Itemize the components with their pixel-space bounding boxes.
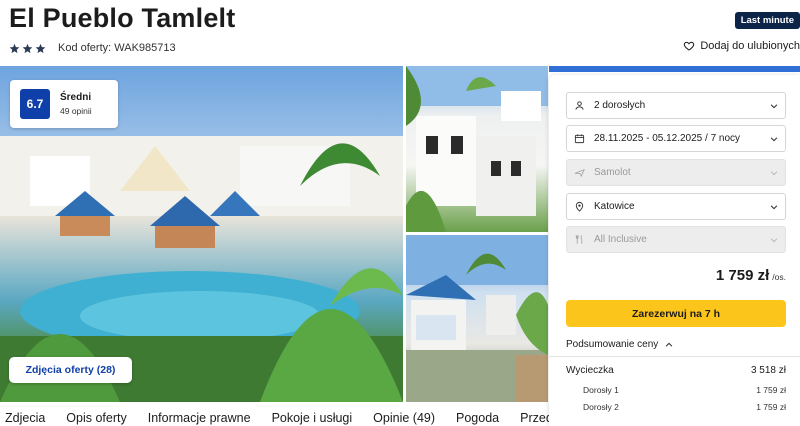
chevron-up-icon xyxy=(665,342,673,347)
tab-photos[interactable]: Zdjecia xyxy=(5,411,45,426)
adult-price-row: Dorosły 1 1 759 zł xyxy=(583,385,786,395)
departure-value: Katowice xyxy=(594,201,635,212)
rating-count: 49 opinii xyxy=(60,106,92,116)
trip-total: 3 518 zł xyxy=(750,365,786,376)
price-summary-label: Podsumowanie ceny xyxy=(566,339,659,350)
dates-select[interactable]: 28.11.2025 - 05.12.2025 / 7 nocy xyxy=(566,125,786,152)
star-icon xyxy=(35,43,46,53)
side-photo-top[interactable] xyxy=(406,66,548,232)
adult-price-row: Dorosły 2 1 759 zł xyxy=(583,402,786,412)
trip-label: Wycieczka xyxy=(566,365,614,376)
tab-description[interactable]: Opis oferty xyxy=(66,411,126,426)
person-icon xyxy=(574,101,584,110)
last-minute-badge: Last minute xyxy=(734,12,800,29)
departure-select[interactable]: Katowice xyxy=(566,193,786,220)
chevron-down-icon xyxy=(770,137,778,142)
summary-divider xyxy=(549,356,800,357)
rating-score: 6.7 xyxy=(20,89,50,119)
adult-label: Dorosły 2 xyxy=(583,402,619,412)
tab-reviews[interactable]: Opinie (49) xyxy=(373,411,435,426)
adult-price: 1 759 zł xyxy=(756,402,786,412)
tab-legal-info[interactable]: Informacje prawne xyxy=(148,411,251,426)
travelers-select[interactable]: 2 dorosłych xyxy=(566,92,786,119)
pool-bar-illustration xyxy=(406,235,548,402)
photos-button[interactable]: Zdjęcia oferty (28) xyxy=(9,357,132,383)
side-photo-bottom[interactable] xyxy=(406,235,548,402)
star-icon xyxy=(22,43,33,53)
location-pin-icon xyxy=(575,201,583,212)
board-value: All Inclusive xyxy=(594,234,647,245)
offer-code: Kod oferty: WAK985713 xyxy=(58,42,176,54)
hotel-title: El Pueblo Tamlelt xyxy=(9,3,236,33)
chevron-down-icon xyxy=(770,205,778,210)
heart-icon xyxy=(684,41,695,51)
tab-before-trip[interactable]: Przed xyxy=(520,411,549,426)
book-button[interactable]: Zarezerwuj na 7 h xyxy=(566,300,786,327)
photo-edge-strip xyxy=(549,66,800,72)
chevron-down-icon xyxy=(770,238,778,243)
add-to-favorites-button[interactable]: Dodaj do ulubionych xyxy=(683,40,800,52)
tab-weather[interactable]: Pogoda xyxy=(456,411,499,426)
hotel-subrow: Kod oferty: WAK985713 xyxy=(9,40,176,56)
price-summary-toggle[interactable]: Podsumowanie ceny xyxy=(566,339,674,350)
chevron-down-icon xyxy=(770,171,778,176)
star-rating xyxy=(9,43,46,54)
rating-label: Średni xyxy=(60,92,92,103)
price-value: 1 759 zł xyxy=(715,267,770,284)
chevron-down-icon xyxy=(770,104,778,109)
rating-card[interactable]: 6.7 Średni 49 opinii xyxy=(10,80,118,128)
section-tabs: Zdjecia Opis oferty Informacje prawne Po… xyxy=(0,411,549,426)
main-photo[interactable]: 6.7 Średni 49 opinii Zdjęcia oferty (28) xyxy=(0,66,403,402)
trip-total-row: Wycieczka 3 518 zł xyxy=(566,365,786,376)
price-per-person: 1 759 zł /os. xyxy=(716,267,786,284)
travelers-value: 2 dorosłych xyxy=(594,100,646,111)
transport-value: Samolot xyxy=(594,167,631,178)
tab-rooms-services[interactable]: Pokoje i usługi xyxy=(272,411,353,426)
adult-price: 1 759 zł xyxy=(756,385,786,395)
transport-select: Samolot xyxy=(566,159,786,186)
plane-icon xyxy=(574,168,585,178)
booking-panel: 2 dorosłych 28.11.2025 - 05.12.2025 / 7 … xyxy=(549,75,800,426)
white-buildings-illustration xyxy=(406,66,548,232)
adult-label: Dorosły 1 xyxy=(583,385,619,395)
fork-knife-icon xyxy=(575,235,582,244)
offer-page: El Pueblo Tamlelt Kod oferty: WAK985713 … xyxy=(0,0,800,426)
star-icon xyxy=(9,43,20,53)
price-unit: /os. xyxy=(772,272,786,282)
board-select: All Inclusive xyxy=(566,226,786,253)
calendar-icon xyxy=(574,134,584,144)
dates-value: 28.11.2025 - 05.12.2025 / 7 nocy xyxy=(594,133,741,144)
favorites-label: Dodaj do ulubionych xyxy=(700,40,800,52)
